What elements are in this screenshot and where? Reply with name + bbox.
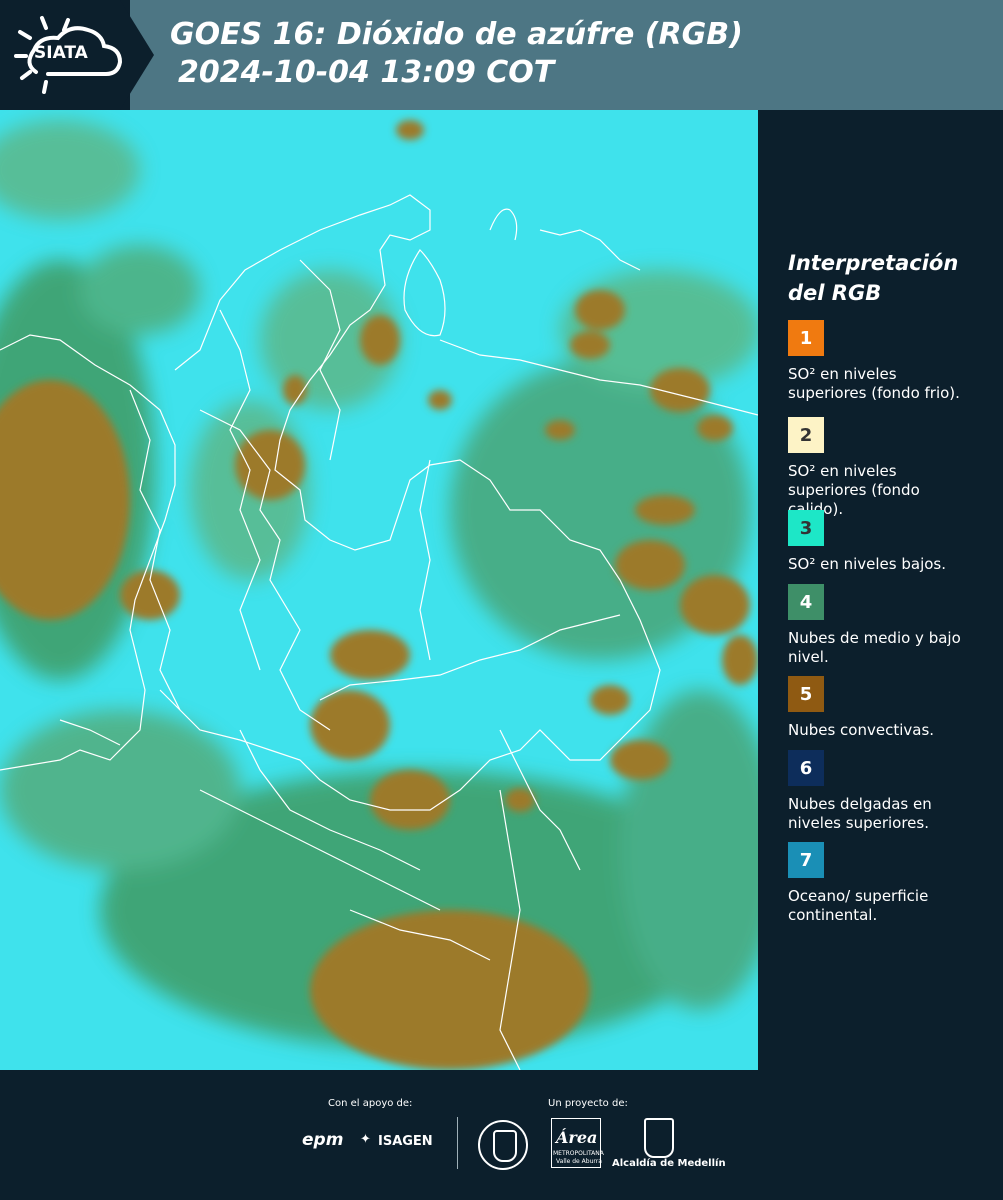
legend-swatch-1: 1: [788, 320, 824, 356]
area-metropolitana-sub: METROPOLITANA: [553, 1150, 604, 1157]
legend-item-4: 4 Nubes de medio y bajo nivel.: [788, 584, 978, 667]
satellite-map[interactable]: [0, 110, 758, 1070]
legend-text-5: Nubes convectivas.: [788, 721, 935, 739]
epm-logo: epm: [302, 1130, 344, 1150]
legend-swatch-7: 7: [788, 842, 824, 878]
alcaldia-shield-icon: [644, 1118, 674, 1158]
area-metropolitana-sub2: Valle de Aburrá: [556, 1158, 602, 1165]
footer-divider: [457, 1117, 458, 1169]
legend-text-6: Nubes delgadas en niveles superiores.: [788, 795, 932, 832]
legend-swatch-5: 5: [788, 676, 824, 712]
legend-text-4: Nubes de medio y bajo nivel.: [788, 629, 961, 666]
siata-logo-text: SIATA: [34, 43, 88, 63]
legend-swatch-2: 2: [788, 417, 824, 453]
legend-item-7: 7 Oceano/ superficie continental.: [788, 842, 978, 925]
legend-swatch-6: 6: [788, 750, 824, 786]
timestamp: 2024-10-04 13:09 COT: [178, 55, 555, 90]
legend-title: Interpretación del RGB: [788, 251, 959, 305]
legend-item-2: 2 SO² en niveles superiores (fondo calid…: [788, 417, 978, 519]
project-label: Un proyecto de:: [548, 1098, 628, 1109]
legend-panel: Interpretación del RGB 1 SO² en niveles …: [760, 110, 1003, 1070]
support-label: Con el apoyo de:: [328, 1098, 413, 1109]
page-title: GOES 16: Dióxido de azúfre (RGB): [170, 17, 743, 52]
legend-text-7: Oceano/ superficie continental.: [788, 887, 929, 924]
legend-swatch-3: 3: [788, 510, 824, 546]
legend-item-3: 3 SO² en niveles bajos.: [788, 510, 978, 574]
legend-item-1: 1 SO² en niveles superiores (fondo frio)…: [788, 320, 978, 403]
isagen-logo: ISAGEN: [378, 1134, 433, 1149]
legend-item-5: 5 Nubes convectivas.: [788, 676, 978, 740]
legend-swatch-4: 4: [788, 584, 824, 620]
footer: Con el apoyo de: Un proyecto de: epm ✦ I…: [0, 1070, 1003, 1200]
alcaldia-medellin-text: Alcaldía de Medellín: [612, 1158, 726, 1169]
area-metropolitana-text: Área: [556, 1128, 598, 1147]
header: SIATA GOES 16: Dióxido de azúfre (RGB) 2…: [0, 0, 1003, 110]
medellin-seal-icon: [478, 1120, 528, 1170]
satellite-image: [0, 110, 758, 1070]
legend-text-3: SO² en niveles bajos.: [788, 555, 947, 573]
legend-item-6: 6 Nubes delgadas en niveles superiores.: [788, 750, 978, 833]
isagen-logo-icon: ✦: [360, 1132, 371, 1147]
legend-text-1: SO² en niveles superiores (fondo frio).: [788, 365, 960, 402]
